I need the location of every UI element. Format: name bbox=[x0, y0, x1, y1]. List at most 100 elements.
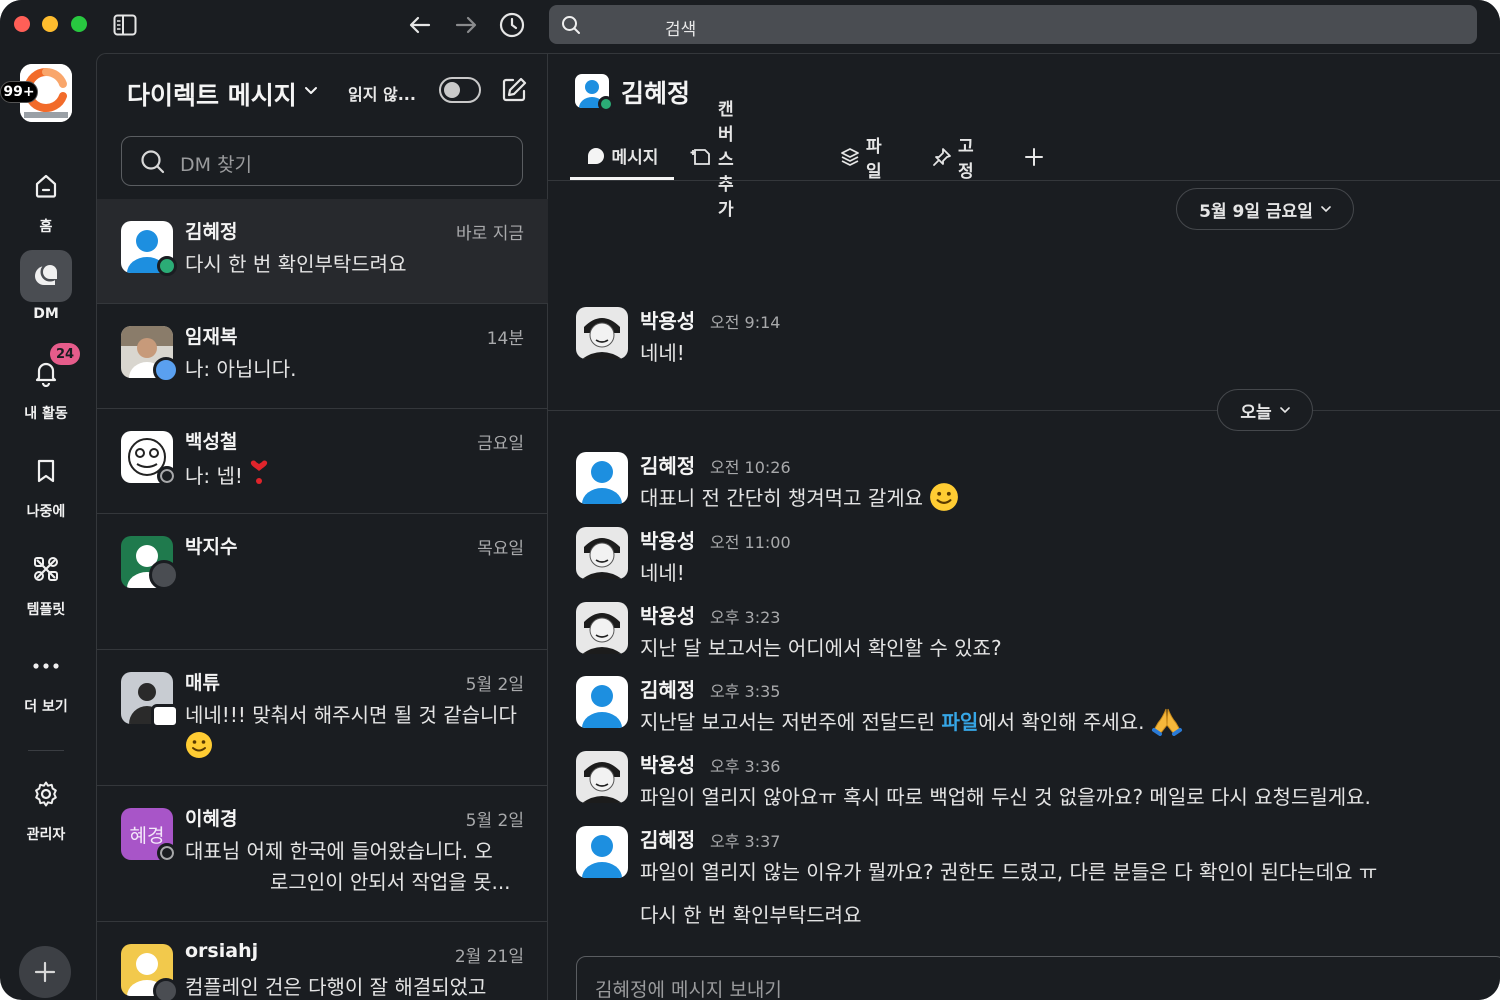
message-author[interactable]: 박용성 bbox=[640, 305, 695, 334]
online-status-dot bbox=[157, 256, 177, 276]
bookmark-icon bbox=[20, 445, 72, 497]
dm-panel-title[interactable]: 다이렉트 메시지 bbox=[127, 76, 297, 112]
rail-item-later[interactable]: 나중에 bbox=[0, 445, 92, 521]
rail-item-dm[interactable]: DM bbox=[0, 250, 92, 322]
chevron-down-icon bbox=[1279, 407, 1290, 414]
away-status-dot bbox=[157, 466, 177, 486]
dm-row[interactable]: 임재복 14분 나: 아닙니다. bbox=[97, 304, 548, 409]
avatar bbox=[576, 527, 628, 579]
forward-arrow-icon[interactable] bbox=[450, 9, 482, 41]
message-author[interactable]: 박용성 bbox=[640, 525, 695, 554]
search-icon bbox=[140, 149, 166, 179]
tab-pinned[interactable]: 고정 bbox=[932, 134, 974, 182]
minimize-window-button[interactable] bbox=[42, 16, 58, 32]
message-text: 파일이 열리지 않아요ㅠ 혹시 따로 백업해 두신 것 없을까요? 메일로 다시… bbox=[640, 785, 1371, 809]
message-text: 대표니 전 간단히 챙겨먹고 갈게요 bbox=[640, 482, 959, 517]
activity-count-badge: 24 bbox=[50, 343, 80, 365]
rail-label-later: 나중에 bbox=[26, 504, 66, 520]
message-time: 오전 10:26 bbox=[710, 458, 791, 477]
dm-time: 5월 2일 bbox=[465, 675, 524, 695]
rail-item-home[interactable]: 홈 bbox=[0, 160, 92, 236]
tab-add-canvas[interactable]: 캔버스 추가 bbox=[690, 100, 734, 220]
dm-row[interactable]: orsiahj 2월 21일 컴플레인 건은 다행이 잘 해결되었고 bbox=[97, 922, 548, 1000]
dm-row[interactable]: 백성철 금요일 나: 넵! bbox=[97, 409, 548, 514]
chat-pane: 김혜정 메시지 캔버스 추가 파일 고정 5월 9일 금요일 박용성 오전 9:… bbox=[548, 53, 1500, 1000]
message-text: 네네! bbox=[640, 561, 685, 585]
dm-row[interactable]: 혜경 이혜경 5월 2일 대표님 어제 한국에 들어왔습니다. 오 로그인이 안되… bbox=[97, 786, 548, 922]
chevron-down-icon bbox=[1321, 206, 1331, 213]
dm-time: 2월 21일 bbox=[454, 947, 524, 967]
message-author[interactable]: 김혜정 bbox=[640, 450, 695, 479]
smile-emoji-icon bbox=[929, 482, 959, 517]
dm-name: 김혜정 bbox=[185, 221, 238, 243]
title-bar: 검색 bbox=[0, 0, 1500, 50]
rail-divider bbox=[28, 750, 64, 751]
message-time: 오전 9:14 bbox=[710, 313, 781, 332]
app-window: 검색 99+ 홈 DM 내 활동 24 나중에 템플릿 더 보기 관리자 다이렉… bbox=[0, 0, 1500, 1000]
file-link[interactable]: 파일 bbox=[941, 710, 978, 734]
add-workspace-button[interactable] bbox=[19, 946, 71, 998]
message-composer[interactable]: 김혜정에 메시지 보내기 bbox=[576, 956, 1500, 1000]
message-text: 파일이 열리지 않는 이유가 뭘까요? 권한도 드렸고, 다른 분들은 다 확인… bbox=[640, 860, 1378, 884]
dm-time: 14분 bbox=[486, 329, 524, 349]
heart-exclamation-icon bbox=[249, 459, 269, 496]
dm-panel: 다이렉트 메시지 읽지 않... DM 찾기 김혜정 바로 지금 다시 한 번 … bbox=[96, 53, 548, 1000]
pin-icon bbox=[932, 147, 952, 167]
tab-messages[interactable]: 메시지 bbox=[570, 134, 674, 180]
dm-preview: 나: 아닙니다. bbox=[185, 357, 297, 381]
back-arrow-icon[interactable] bbox=[404, 9, 436, 41]
search-placeholder: 검색 bbox=[665, 20, 697, 40]
message-author[interactable]: 박용성 bbox=[640, 600, 695, 629]
message-author[interactable]: 김혜정 bbox=[640, 674, 695, 703]
unread-toggle[interactable] bbox=[439, 77, 481, 103]
close-window-button[interactable] bbox=[14, 16, 30, 32]
message-text: 네네! bbox=[640, 341, 685, 365]
tab-files[interactable]: 파일 bbox=[840, 134, 882, 182]
avatar bbox=[576, 602, 628, 654]
message-text: 지난 달 보고서는 어디에서 확인할 수 있죠? bbox=[640, 636, 1002, 660]
message-time: 오후 3:23 bbox=[710, 608, 781, 627]
chat-header-name[interactable]: 김혜정 bbox=[621, 74, 690, 110]
away-status-dot bbox=[157, 843, 177, 863]
dm-name: orsiahj bbox=[185, 940, 259, 962]
date-pill[interactable]: 5월 9일 금요일 bbox=[1176, 188, 1354, 230]
dm-row[interactable]: 김혜정 바로 지금 다시 한 번 확인부탁드려요 bbox=[97, 199, 548, 304]
more-icon bbox=[20, 640, 72, 692]
rail-item-admin[interactable]: 관리자 bbox=[0, 768, 92, 844]
dm-search-input[interactable]: DM 찾기 bbox=[121, 136, 523, 186]
dm-search-placeholder: DM 찾기 bbox=[180, 154, 253, 176]
dm-time: 바로 지금 bbox=[456, 224, 524, 244]
dm-preview: 다시 한 번 확인부탁드려요 bbox=[185, 252, 407, 276]
dm-name: 이혜경 bbox=[185, 808, 238, 830]
compose-icon[interactable] bbox=[500, 76, 528, 108]
message-author[interactable]: 김혜정 bbox=[640, 824, 695, 853]
message-time: 오후 3:35 bbox=[710, 682, 781, 701]
avatar bbox=[576, 751, 628, 803]
zoom-window-button[interactable] bbox=[71, 16, 87, 32]
history-clock-icon[interactable] bbox=[496, 9, 528, 41]
dm-row[interactable]: 매튜 5월 2일 네네!!! 맞춰서 해주시면 될 것 같습니다 bbox=[97, 650, 548, 786]
date-pill[interactable]: 오늘 bbox=[1217, 389, 1313, 431]
dm-name: 매튜 bbox=[185, 672, 220, 694]
chevron-down-icon[interactable] bbox=[304, 82, 318, 101]
dm-row[interactable]: 박지수 목요일 bbox=[97, 514, 548, 650]
gear-icon bbox=[20, 768, 72, 820]
layers-icon bbox=[840, 147, 860, 167]
sidebar-toggle-icon[interactable] bbox=[109, 9, 141, 41]
global-search-bar[interactable]: 검색 bbox=[549, 5, 1477, 44]
dm-time: 목요일 bbox=[477, 539, 524, 559]
add-tab-button[interactable] bbox=[1024, 134, 1044, 180]
status-emoji-badge bbox=[151, 704, 179, 728]
unread-filter-label: 읽지 않... bbox=[348, 85, 416, 104]
away-status-badge bbox=[149, 560, 179, 590]
rail-item-templates[interactable]: 템플릿 bbox=[0, 543, 92, 619]
dm-name: 박지수 bbox=[185, 536, 238, 558]
dm-preview: 컴플레인 건은 다행이 잘 해결되었고 bbox=[185, 975, 487, 999]
rail-label-activity: 내 활동 bbox=[24, 406, 68, 422]
rail-item-more[interactable]: 더 보기 bbox=[0, 640, 92, 716]
online-status-dot bbox=[598, 96, 614, 112]
message-author[interactable]: 박용성 bbox=[640, 749, 695, 778]
avatar bbox=[576, 676, 628, 728]
rail-label-templates: 템플릿 bbox=[26, 602, 66, 618]
tabs-divider bbox=[548, 180, 1500, 181]
